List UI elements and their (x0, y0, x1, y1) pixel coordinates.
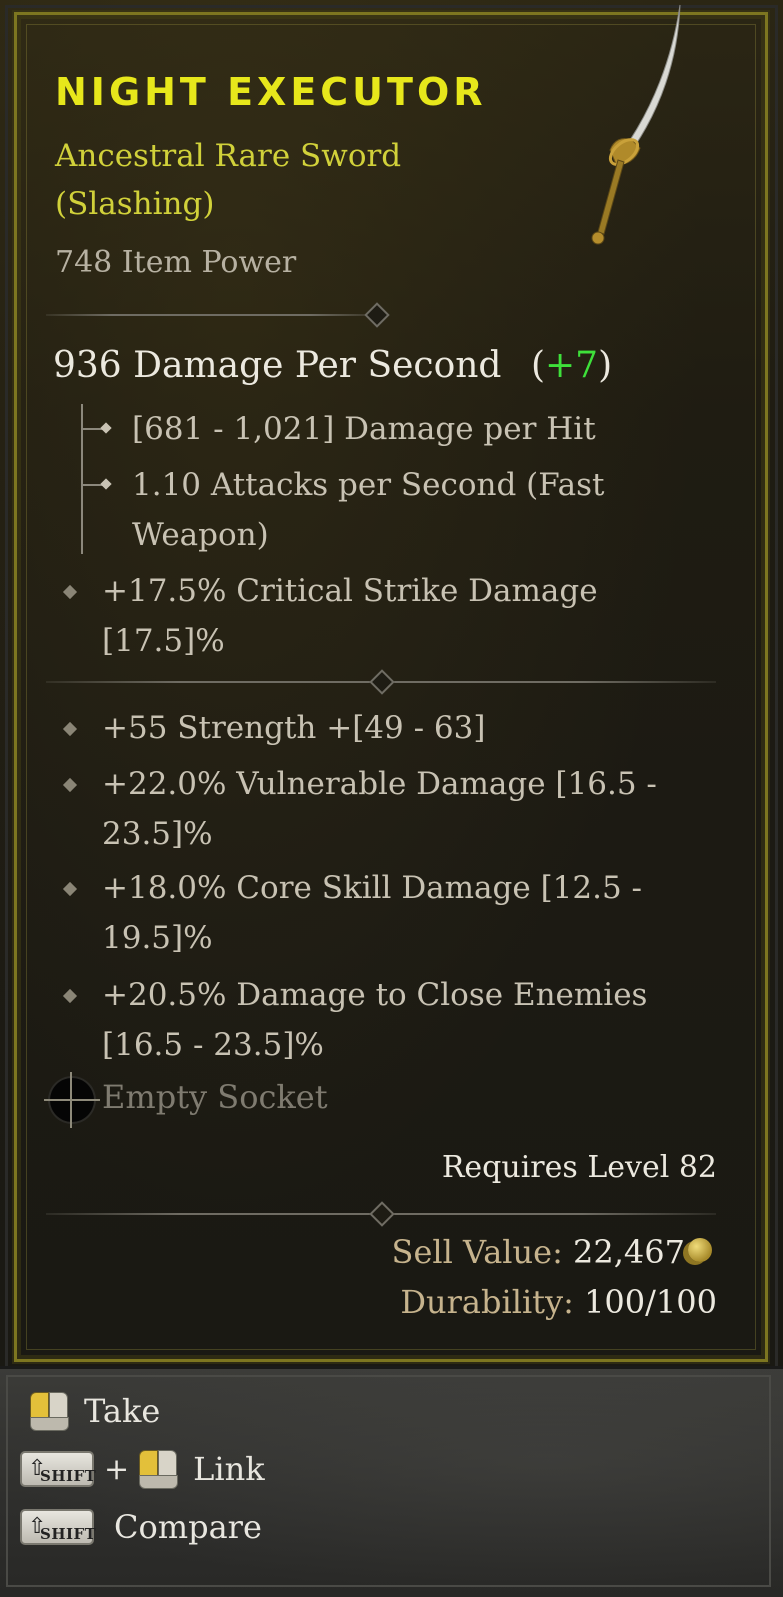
durability-label: Durability: (400, 1283, 574, 1321)
item-power: 748 Item Power (55, 245, 297, 280)
link-label: Link (193, 1450, 265, 1488)
dps-delta: +7 (544, 345, 599, 386)
sell-value: Sell Value: 22,467 (392, 1233, 685, 1271)
compare-label: Compare (114, 1508, 262, 1546)
item-type: Ancestral Rare Sword (55, 138, 402, 174)
action-hints-panel: Take ⇧ SHIFT + Link ⇧ SHIFT Compare (0, 1366, 783, 1597)
empty-socket: Empty Socket (102, 1078, 328, 1116)
attacks-per-second-line1: 1.10 Attacks per Second (Fast (132, 467, 605, 503)
divider (46, 1201, 716, 1227)
attacks-per-second-line2: Weapon) (132, 517, 269, 553)
tree-connector (83, 484, 105, 486)
plus-sign: + (104, 1451, 130, 1487)
link-action[interactable]: ⇧ SHIFT + Link (20, 1445, 265, 1493)
tree-connector (83, 428, 105, 430)
socket-icon (44, 1072, 100, 1128)
sell-value-label: Sell Value: (391, 1233, 563, 1271)
required-level: Requires Level 82 (441, 1150, 717, 1185)
sword-icon (591, 4, 681, 245)
affix-close-enemies-damage: +20.5% Damage to Close Enemies [16.5 - 2… (102, 977, 648, 1063)
durability: Durability: 100/100 (400, 1283, 717, 1321)
gold-coin-icon (688, 1238, 712, 1262)
sell-value-amount: 22,467 (573, 1233, 685, 1271)
affix-strength: +55 Strength +[49 - 63] (102, 710, 486, 746)
item-tooltip: NIGHT EXECUTOR Ancestral Rare Sword (Sla… (0, 0, 783, 1380)
durability-value: 100/100 (584, 1283, 717, 1321)
damage-per-second: 936 Damage Per Second (+7) (53, 345, 613, 386)
take-action[interactable]: Take (20, 1387, 160, 1435)
mouse-left-click-icon (30, 1392, 72, 1431)
divider (46, 302, 390, 328)
divider (46, 669, 716, 695)
affix-vulnerable-damage: +22.0% Vulnerable Damage [16.5 - 23.5]% (102, 766, 657, 852)
item-subtype: (Slashing) (55, 186, 215, 222)
implicit-affix: +17.5% Critical Strike Damage [17.5]% (102, 573, 598, 659)
damage-per-hit: [681 - 1,021] Damage per Hit (132, 411, 596, 447)
dps-value: 936 Damage Per Second (53, 345, 502, 386)
shift-key-icon: ⇧ SHIFT (20, 1451, 96, 1487)
item-name: NIGHT EXECUTOR (55, 70, 487, 114)
stat-tree-line (81, 404, 83, 554)
take-label: Take (84, 1392, 161, 1430)
affix-core-skill-damage: +18.0% Core Skill Damage [12.5 - 19.5]% (102, 870, 643, 956)
shift-key-icon: ⇧ SHIFT (20, 1509, 96, 1545)
compare-action[interactable]: ⇧ SHIFT Compare (20, 1503, 262, 1551)
mouse-left-click-icon (139, 1450, 181, 1489)
